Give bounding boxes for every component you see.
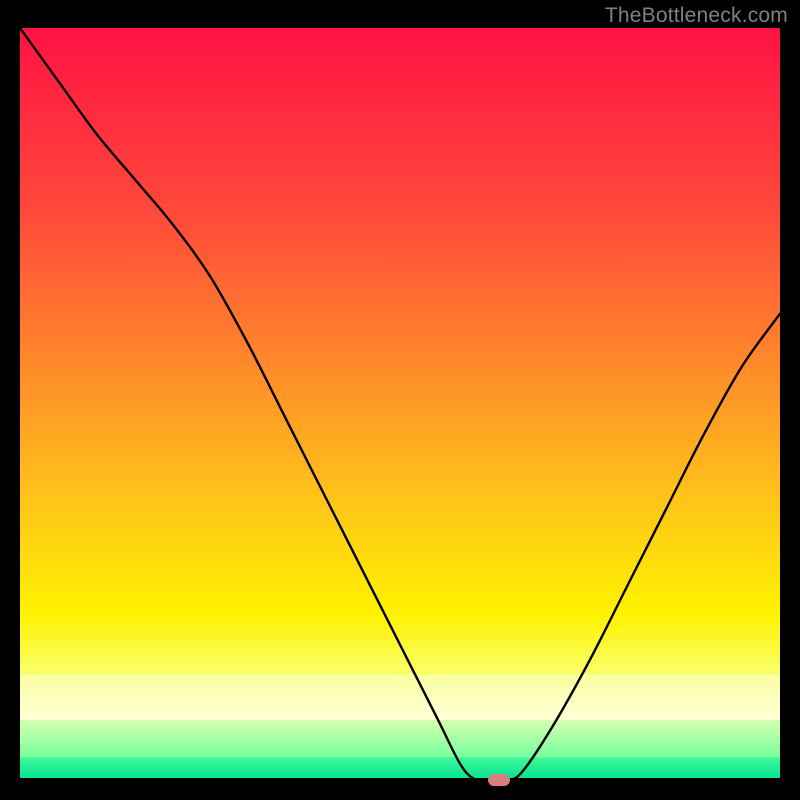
optimal-marker [488, 774, 510, 786]
chart-container: TheBottleneck.com [0, 0, 800, 800]
baseline [20, 778, 780, 780]
curve-svg [20, 28, 780, 780]
plot-area [20, 28, 780, 780]
attribution-text: TheBottleneck.com [605, 4, 788, 28]
